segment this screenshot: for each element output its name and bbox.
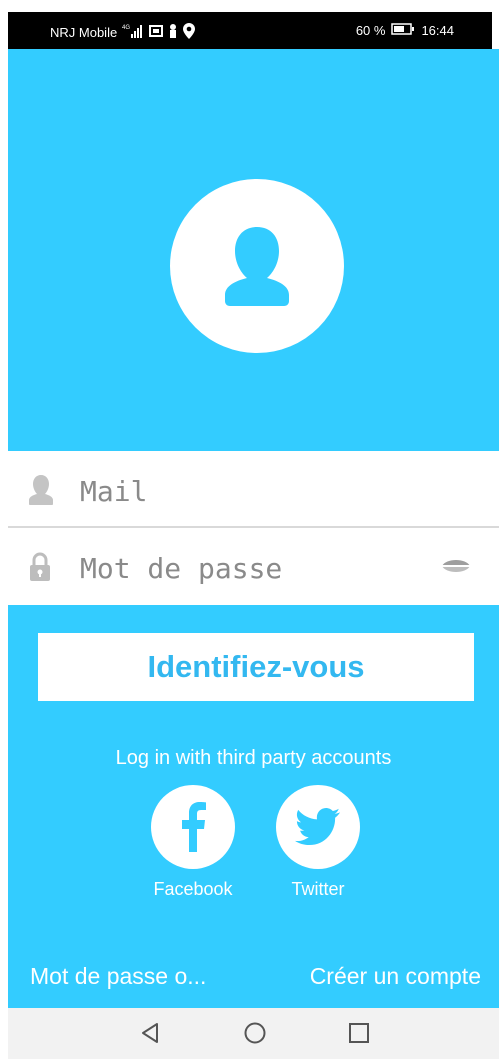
twitter-label: Twitter [291, 879, 345, 899]
back-triangle-icon[interactable] [140, 1022, 160, 1049]
mail-field-row [8, 452, 499, 528]
user-silhouette-icon [225, 227, 289, 306]
recent-square-icon[interactable] [348, 1022, 370, 1049]
clock: 16:44 [421, 23, 454, 38]
facebook-button[interactable] [151, 785, 235, 869]
signal-icon: 4G [122, 24, 144, 41]
password-field-row [8, 529, 499, 605]
home-circle-icon[interactable] [244, 1022, 266, 1049]
status-bar: NRJ Mobile 4G 60 % 16:44 [8, 12, 492, 49]
navigation-bar [8, 1008, 499, 1059]
person-icon [168, 24, 178, 41]
forgot-password-link[interactable]: Mot de passe o... [30, 963, 206, 990]
facebook-label: Facebook [153, 879, 233, 899]
eye-icon[interactable] [441, 555, 471, 582]
twitter-bird-icon [295, 808, 341, 846]
third-party-label: Log in with third party accounts [115, 747, 392, 769]
battery-icon [391, 23, 415, 38]
twitter-login[interactable]: Twitter [276, 785, 360, 900]
status-bar-right: 60 % 16:44 [356, 23, 454, 38]
login-button[interactable]: Identifiez-vous [38, 633, 474, 701]
carrier-name: NRJ Mobile [50, 25, 118, 40]
status-bar-left: NRJ Mobile 4G [50, 23, 196, 42]
avatar [170, 179, 344, 353]
location-icon [183, 23, 196, 42]
login-actions-panel: Identifiez-vous Log in with third party … [8, 605, 499, 1008]
sim-card-icon [149, 25, 164, 40]
facebook-icon [182, 802, 206, 852]
network-type: 4G [122, 25, 130, 31]
user-icon [28, 474, 54, 511]
profile-header [8, 49, 499, 451]
password-input[interactable] [78, 545, 422, 591]
battery-percent: 60 % [355, 23, 386, 38]
create-account-link[interactable]: Créer un compte [310, 963, 481, 990]
facebook-login[interactable]: Facebook [151, 785, 235, 900]
twitter-button[interactable] [276, 785, 360, 869]
lock-icon [28, 551, 52, 588]
mail-input[interactable] [78, 468, 422, 514]
